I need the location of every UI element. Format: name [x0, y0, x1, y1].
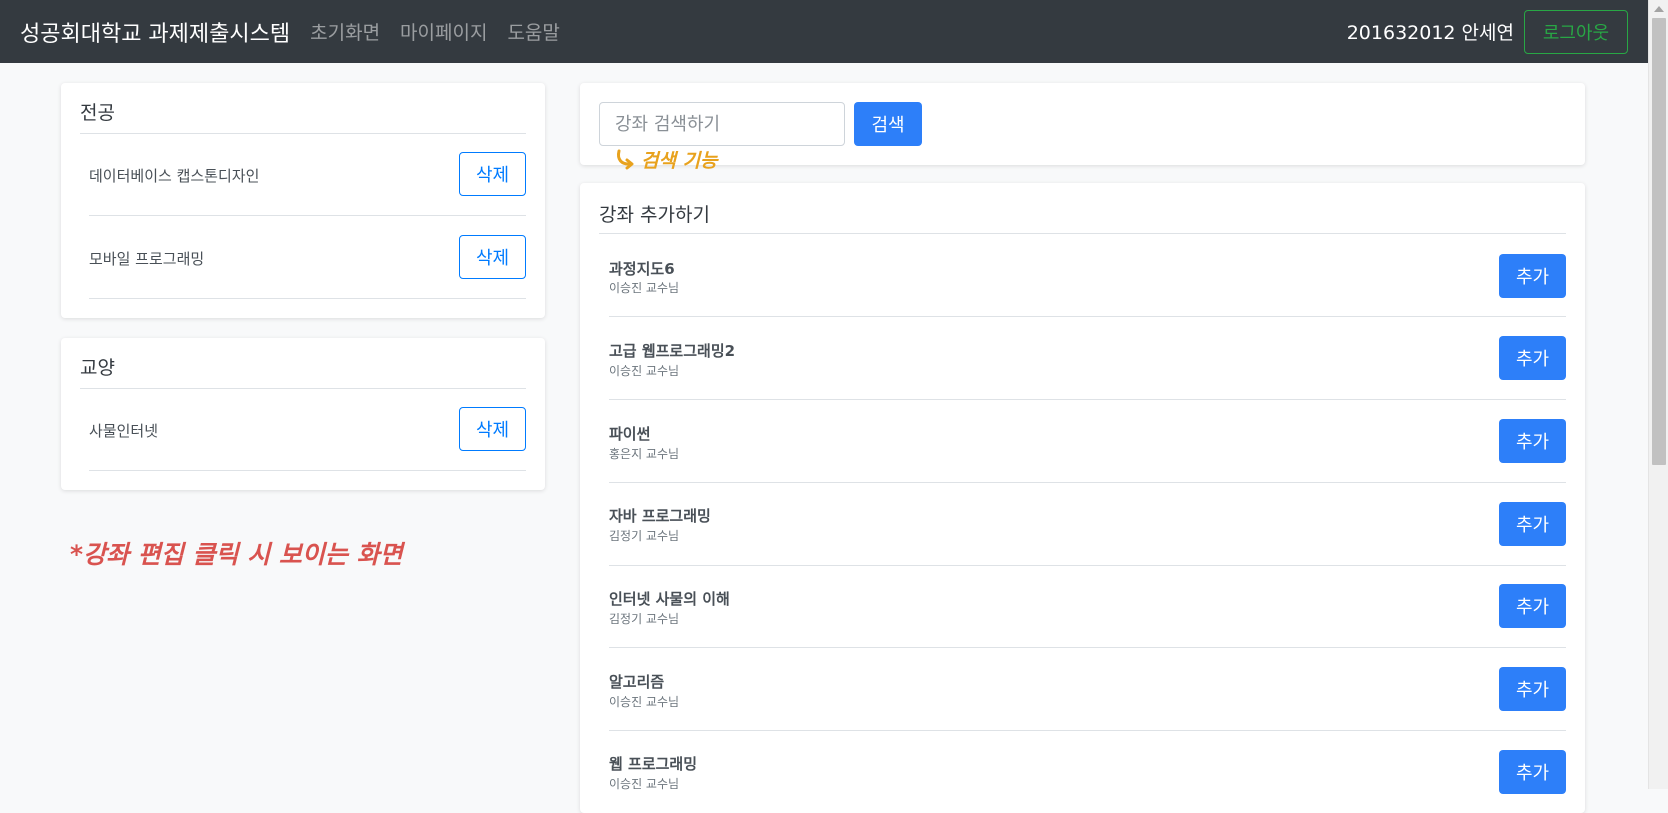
nav-link-help[interactable]: 도움말 — [507, 18, 559, 45]
search-card: 검색 — [580, 83, 1585, 165]
nav-user-area: 201632012 안세연 로그아웃 — [1346, 9, 1628, 54]
course-professor: 이승진 교수님 — [609, 777, 680, 791]
logout-button[interactable]: 로그아웃 — [1524, 9, 1628, 54]
edit-screen-annotation: *강좌 편집 클릭 시 보이는 화면 — [70, 540, 403, 569]
brand-title[interactable]: 성공회대학교 과제제출시스템 — [20, 16, 290, 48]
add-courses-card: 강좌 추가하기 과정지도6 이승진 교수님 추가 고급 웹프로그래밍2 이승진 … — [580, 183, 1585, 813]
row-divider — [609, 565, 1566, 566]
course-name: 과정지도6 — [609, 260, 675, 278]
course-professor: 이승진 교수님 — [609, 364, 680, 378]
add-course-button[interactable]: 추가 — [1499, 419, 1566, 463]
course-professor: 김정기 교수님 — [609, 529, 680, 543]
user-id-label: 201632012 안세연 — [1346, 22, 1514, 44]
curved-arrow-icon — [617, 149, 634, 169]
page-scrollbar[interactable] — [1648, 0, 1668, 789]
course-name: 사물인터넷 — [89, 422, 159, 440]
add-course-button[interactable]: 추가 — [1499, 750, 1566, 794]
row-divider — [609, 482, 1566, 483]
course-professor: 김정기 교수님 — [609, 612, 680, 626]
top-navbar: 성공회대학교 과제제출시스템 초기화면 마이페이지 도움말 201632012 … — [0, 0, 1648, 63]
add-card-title: 강좌 추가하기 — [599, 204, 710, 226]
row-divider — [609, 399, 1566, 400]
general-card-title: 교양 — [80, 357, 115, 379]
course-professor: 홍은지 교수님 — [609, 447, 680, 461]
course-name: 인터넷 사물의 이해 — [609, 590, 730, 608]
row-divider — [89, 215, 526, 216]
search-feature-annotation-text: 검색 기능 — [641, 150, 718, 172]
row-divider — [609, 316, 1566, 317]
scrollbar-thumb[interactable] — [1652, 18, 1666, 465]
course-name: 자바 프로그래밍 — [609, 507, 711, 525]
search-feature-annotation: 검색 기능 — [615, 146, 718, 173]
delete-course-button[interactable]: 삭제 — [459, 152, 526, 196]
row-divider — [609, 730, 1566, 731]
course-name: 파이썬 — [609, 425, 651, 443]
add-course-button[interactable]: 추가 — [1499, 336, 1566, 380]
nav-link-mypage[interactable]: 마이페이지 — [400, 18, 487, 45]
course-professor: 이승진 교수님 — [609, 281, 680, 295]
card-title-divider — [80, 133, 526, 134]
course-name: 알고리즘 — [609, 673, 665, 691]
delete-course-button[interactable]: 삭제 — [459, 235, 526, 279]
scroll-up-arrow-icon[interactable] — [1654, 6, 1664, 12]
delete-course-button[interactable]: 삭제 — [459, 407, 526, 451]
general-courses-card: 교양 사물인터넷 삭제 — [61, 338, 545, 490]
course-name: 고급 웹프로그래밍2 — [609, 342, 736, 360]
course-name: 모바일 프로그래밍 — [89, 250, 205, 268]
major-courses-card: 전공 데이터베이스 캡스톤디자인 삭제 모바일 프로그래밍 삭제 — [61, 83, 545, 318]
row-divider — [89, 298, 526, 299]
major-card-title: 전공 — [80, 102, 115, 124]
course-name: 웹 프로그래밍 — [609, 755, 698, 773]
course-name: 데이터베이스 캡스톤디자인 — [89, 167, 260, 185]
add-course-button[interactable]: 추가 — [1499, 667, 1566, 711]
course-search-input[interactable] — [599, 102, 845, 146]
card-title-divider — [80, 388, 526, 389]
add-course-button[interactable]: 추가 — [1499, 502, 1566, 546]
add-course-button[interactable]: 추가 — [1499, 254, 1566, 298]
course-professor: 이승진 교수님 — [609, 695, 680, 709]
row-divider — [89, 470, 526, 471]
search-button[interactable]: 검색 — [854, 102, 922, 146]
card-title-divider — [599, 233, 1566, 234]
nav-link-home[interactable]: 초기화면 — [310, 18, 380, 45]
add-course-button[interactable]: 추가 — [1499, 584, 1566, 628]
row-divider — [609, 647, 1566, 648]
